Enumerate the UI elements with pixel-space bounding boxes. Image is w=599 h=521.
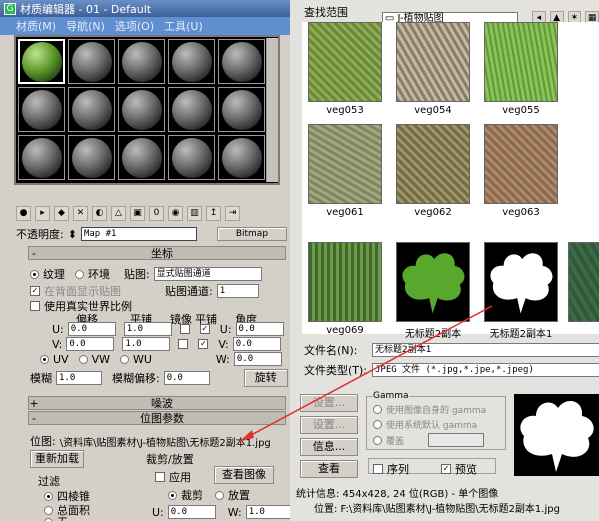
annotation-arrow [239,305,493,442]
